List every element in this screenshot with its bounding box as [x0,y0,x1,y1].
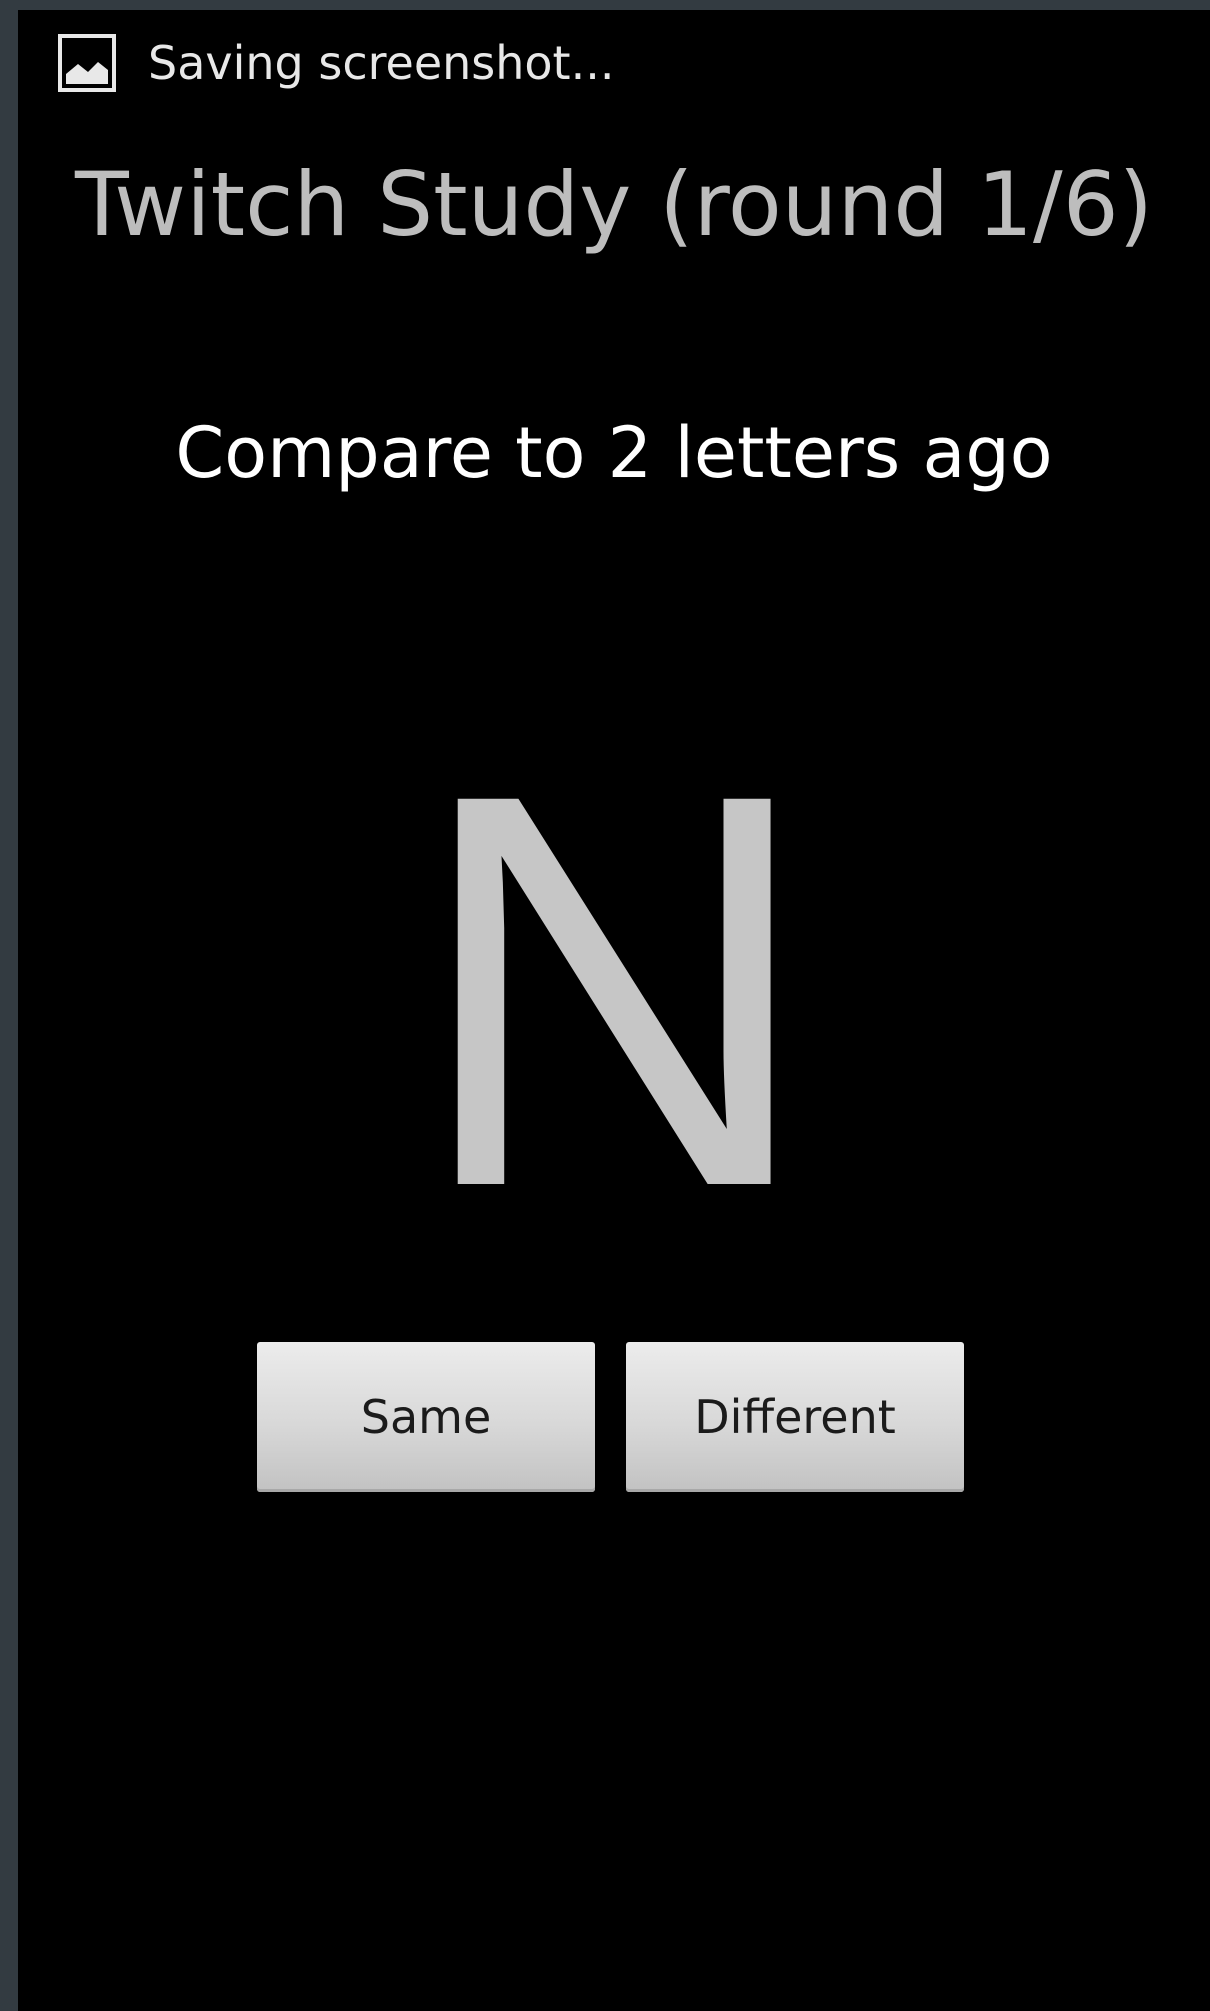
different-button[interactable]: Different [626,1342,964,1492]
same-button[interactable]: Same [257,1342,595,1492]
image-icon [58,34,116,92]
status-bar: Saving screenshot... [18,10,1210,120]
notification-text: Saving screenshot... [148,36,615,90]
app-screen: Saving screenshot... Twitch Study (round… [18,10,1210,2011]
stimulus-letter: N [411,677,817,1303]
page-title: Twitch Study (round 1/6) [74,153,1154,256]
answer-buttons: Same Different [18,1342,1210,1494]
instruction-text: Compare to 2 letters ago [175,412,1053,494]
